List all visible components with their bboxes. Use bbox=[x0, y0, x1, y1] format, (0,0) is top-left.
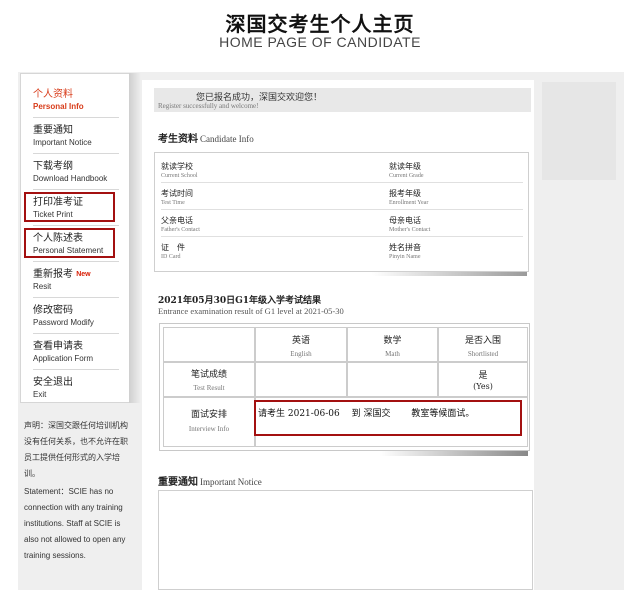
field-test-time: 考试时间 Test Time bbox=[161, 189, 193, 206]
exam-result-title: 2021年05月30日G1年级入学考试结果 bbox=[158, 296, 322, 306]
sidebar-item-sublabel: Exit bbox=[33, 390, 47, 399]
panel-shadow bbox=[372, 272, 527, 276]
important-notice-title: 重要通知 Important Notice bbox=[158, 477, 262, 488]
field-current-school: 就读学校 Current School bbox=[161, 162, 198, 179]
table-row-label-written: 笔试成绩 Test Result bbox=[163, 362, 255, 397]
important-notice-panel bbox=[158, 490, 533, 590]
statement-en: Statement：SCIE has no connection with an… bbox=[24, 487, 126, 560]
table-cell-shortlisted: 是 (Yes) bbox=[438, 362, 528, 397]
sidebar-item-label: 重要通知 bbox=[33, 125, 73, 136]
field-id-card: 证 件 ID Card bbox=[161, 243, 185, 260]
sidebar-item-label: 重新报考 New bbox=[33, 269, 91, 280]
sidebar-item-password-modify[interactable]: 修改密码 Password Modify bbox=[33, 304, 119, 328]
sidebar-item-sublabel: Important Notice bbox=[33, 138, 92, 147]
sidebar-item-download-handbook[interactable]: 下载考纲 Download Handbook bbox=[33, 160, 119, 184]
field-father-contact: 父亲电话 Father's Contact bbox=[161, 216, 200, 233]
page-title: 深国交考生个人主页 bbox=[225, 12, 415, 36]
sidebar-item-sublabel: Application Form bbox=[33, 354, 94, 363]
welcome-banner: 您已报名成功，深国交欢迎您！ Register successfully and… bbox=[154, 88, 531, 112]
field-pinyin-name: 姓名拼音 Pinyin Name bbox=[389, 243, 421, 260]
table-cell-english-score bbox=[255, 362, 347, 397]
sidebar-divider bbox=[33, 117, 119, 118]
sidebar-item-label: 个人资料 bbox=[33, 89, 73, 100]
highlight-ticket-print bbox=[24, 192, 115, 222]
sidebar-item-exit[interactable]: 安全退出 Exit bbox=[33, 376, 119, 400]
field-mother-contact: 母亲电话 Mother's Contact bbox=[389, 216, 431, 233]
sidebar-item-label: 修改密码 bbox=[33, 305, 73, 316]
sidebar-item-personal-info[interactable]: 个人资料 Personal Info bbox=[33, 88, 119, 112]
field-enrollment-year: 报考年级 Enrollment Year bbox=[389, 189, 429, 206]
statement-note: 声明：深国交跟任何培训机构没有任何关系，也不允许在职员工提供任何形式的入学培训。… bbox=[24, 418, 130, 564]
sidebar-divider bbox=[33, 189, 119, 190]
sidebar-divider bbox=[33, 261, 119, 262]
field-current-grade: 就读年级 Current Grade bbox=[389, 162, 424, 179]
exam-result-subtitle: Entrance examination result of G1 level … bbox=[158, 306, 344, 316]
sidebar-divider bbox=[33, 333, 119, 334]
table-cell-math-score bbox=[347, 362, 438, 397]
sidebar-divider bbox=[33, 297, 119, 298]
field-divider bbox=[161, 209, 523, 210]
table-header-empty bbox=[163, 327, 255, 362]
new-badge: New bbox=[76, 271, 91, 278]
statement-cn: 声明：深国交跟任何培训机构没有任何关系，也不允许在职员工提供任何形式的入学培训。 bbox=[24, 421, 128, 478]
sidebar-divider bbox=[33, 369, 119, 370]
highlight-personal-statement bbox=[24, 228, 115, 258]
table-shadow bbox=[380, 451, 528, 456]
sidebar-shadow bbox=[129, 73, 141, 403]
table-header-math: 数学 Math bbox=[347, 327, 438, 362]
field-divider bbox=[161, 236, 523, 237]
sidebar-divider bbox=[33, 153, 119, 154]
table-header-shortlisted: 是否入围 Shortlisted bbox=[438, 327, 528, 362]
table-row-label-interview: 面试安排 Interview Info bbox=[163, 397, 255, 447]
sidebar-item-sublabel: Personal Info bbox=[33, 102, 84, 111]
sidebar-divider bbox=[33, 225, 119, 226]
highlight-interview-info bbox=[254, 400, 522, 436]
sidebar-item-sublabel: Download Handbook bbox=[33, 174, 108, 183]
page-subtitle: HOME PAGE OF CANDIDATE bbox=[219, 34, 421, 50]
sidebar-item-label: 下载考纲 bbox=[33, 161, 73, 172]
sidebar-item-sublabel: Resit bbox=[33, 282, 52, 291]
candidate-info-panel: 就读学校 Current School 就读年级 Current Grade 考… bbox=[154, 152, 529, 272]
candidate-info-title: 考生资料 Candidate Info bbox=[158, 134, 254, 145]
photo-placeholder bbox=[542, 82, 616, 180]
sidebar-item-important-notice[interactable]: 重要通知 Important Notice bbox=[33, 124, 119, 148]
sidebar-item-resit[interactable]: 重新报考 New Resit bbox=[33, 268, 119, 292]
welcome-text-en: Register successfully and welcome! bbox=[158, 102, 259, 110]
sidebar-item-sublabel: Password Modify bbox=[33, 318, 94, 327]
sidebar-item-label: 安全退出 bbox=[33, 377, 73, 388]
sidebar-item-label: 查看申请表 bbox=[33, 341, 83, 352]
field-divider bbox=[161, 182, 523, 183]
table-header-english: 英语 English bbox=[255, 327, 347, 362]
sidebar-item-application-form[interactable]: 查看申请表 Application Form bbox=[33, 340, 119, 364]
